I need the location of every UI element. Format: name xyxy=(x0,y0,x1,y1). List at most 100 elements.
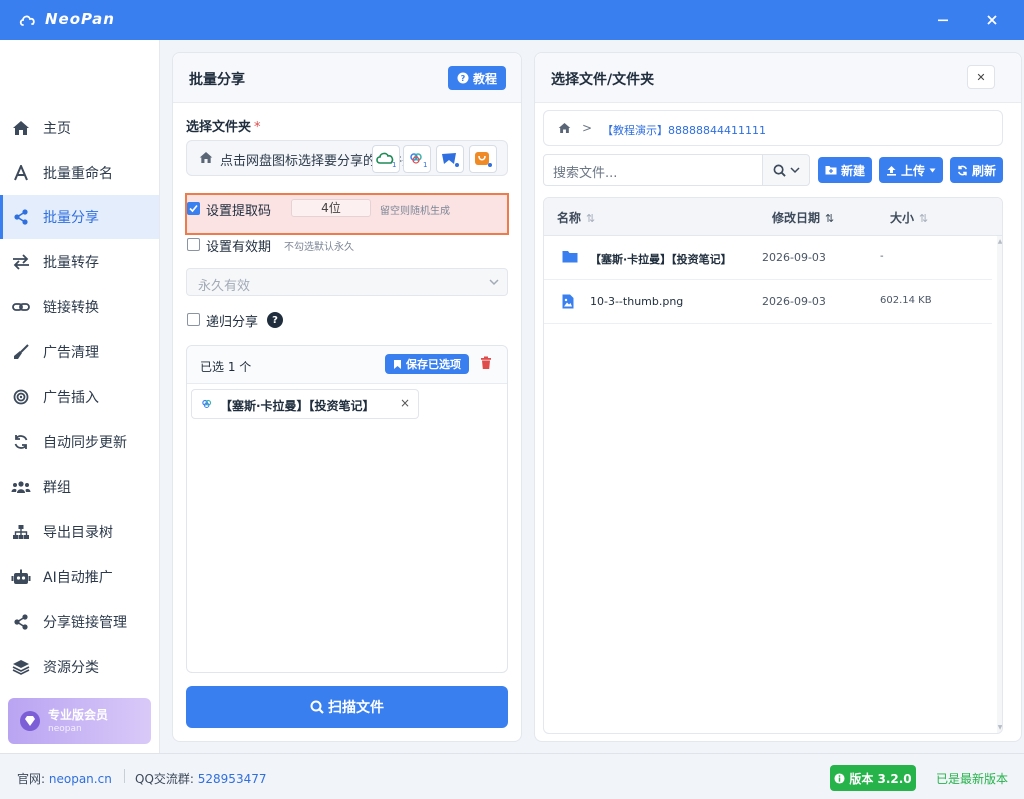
footer-divider xyxy=(124,769,125,783)
save-selection-button[interactable]: 保存已选项 xyxy=(385,354,469,374)
expiry-checkbox[interactable] xyxy=(187,238,200,251)
column-name[interactable]: 名称 ⇅ xyxy=(557,209,595,226)
extract-code-checkbox[interactable] xyxy=(187,202,200,215)
sort-icon: ⇅ xyxy=(586,212,596,225)
breadcrumb-separator: > xyxy=(582,121,593,135)
home-icon xyxy=(199,152,213,163)
broom-icon xyxy=(11,342,31,362)
panel-title: 批量分享 xyxy=(189,72,245,88)
column-size[interactable]: 大小 ⇅ xyxy=(890,209,928,226)
column-modified[interactable]: 修改日期 ⇅ xyxy=(772,209,834,226)
search-input[interactable]: 搜索文件... xyxy=(543,154,763,186)
folder-plus-icon xyxy=(825,166,837,175)
sidebar-item-home[interactable]: 主页 xyxy=(0,106,159,150)
file-size: 602.14 KB xyxy=(880,295,932,306)
cloud-logo-icon xyxy=(19,15,35,26)
expiry-select[interactable]: 永久有效 xyxy=(186,268,508,296)
vip-title: 专业版会员 xyxy=(48,708,109,722)
sidebar-item-label: 批量重命名 xyxy=(43,166,113,182)
sidebar-item-label: 资源分类 xyxy=(43,660,99,676)
sidebar-item-batch-transfer[interactable]: 批量转存 xyxy=(0,240,159,284)
layers-icon xyxy=(11,657,31,677)
refresh-button[interactable]: 刷新 xyxy=(950,157,1003,183)
sidebar-item-groups[interactable]: 群组 xyxy=(0,465,159,509)
panel-header: 批量分享 ? 教程 xyxy=(173,53,521,103)
selected-items-header: 已选 1 个 保存已选项 xyxy=(187,346,507,384)
search-button[interactable] xyxy=(762,154,810,186)
help-icon[interactable]: ? xyxy=(267,312,283,328)
target-icon xyxy=(11,387,31,407)
upload-button[interactable]: 上传 xyxy=(879,157,943,183)
scrollbar[interactable]: ▲ ▼ xyxy=(997,236,1002,733)
uc-drive-button[interactable] xyxy=(469,145,497,173)
sidebar-item-label: 广告清理 xyxy=(43,345,99,361)
scroll-up-icon[interactable]: ▲ xyxy=(997,238,1002,245)
extract-code-input[interactable]: 4位 xyxy=(291,199,371,217)
panel-header: 选择文件/文件夹 ✕ xyxy=(535,53,1021,103)
file-size: - xyxy=(880,251,884,262)
file-picker-panel: 选择文件/文件夹 ✕ > 【教程演示】88888844411111 搜索文件..… xyxy=(534,52,1022,742)
close-panel-button[interactable]: ✕ xyxy=(967,65,995,89)
sidebar-item-link-convert[interactable]: 链接转换 xyxy=(0,285,159,329)
sidebar-item-auto-sync[interactable]: 自动同步更新 xyxy=(0,420,159,464)
version-badge[interactable]: 版本 3.2.0 xyxy=(830,765,916,791)
table-row[interactable]: 10-3--thumb.png 2026-09-03 602.14 KB xyxy=(544,280,992,324)
recursive-checkbox[interactable] xyxy=(187,313,200,326)
sitemap-icon xyxy=(11,522,31,542)
vip-card[interactable]: 专业版会员 neopan xyxy=(8,698,151,744)
table-row[interactable]: 【塞斯·卡拉曼】【投资笔记】 2026-09-03 - xyxy=(544,236,992,280)
sidebar-item-ai-promo[interactable]: AI自动推广 xyxy=(0,555,159,599)
file-date: 2026-09-03 xyxy=(762,251,826,264)
question-circle-icon: ? xyxy=(457,72,469,84)
folder-icon xyxy=(562,251,578,263)
folder-input[interactable]: 点击网盘图标选择要分享的文件夹 1 1 xyxy=(186,140,508,176)
required-mark: * xyxy=(254,120,261,135)
tutorial-button[interactable]: ? 教程 xyxy=(448,66,506,90)
cloud-drive-1-button[interactable]: 1 xyxy=(372,145,400,173)
sidebar-item-resource-category[interactable]: 资源分类 xyxy=(0,645,159,689)
app-title: NeoPan xyxy=(45,10,115,28)
scroll-down-icon[interactable]: ▼ xyxy=(997,724,1002,731)
home-icon[interactable] xyxy=(558,122,571,134)
scan-files-button[interactable]: 扫描文件 xyxy=(186,686,508,728)
refresh-label: 刷新 xyxy=(971,163,996,178)
sort-icon: ⇅ xyxy=(919,212,929,225)
baidu-drive-button[interactable]: 1 xyxy=(403,145,431,173)
search-icon xyxy=(773,164,786,177)
sidebar-item-ad-insert[interactable]: 广告插入 xyxy=(0,375,159,419)
qq-label: QQ交流群: xyxy=(135,772,194,786)
close-window-button[interactable] xyxy=(980,8,1004,32)
sidebar-item-label: 自动同步更新 xyxy=(43,435,127,451)
sidebar-item-label: 广告插入 xyxy=(43,390,99,406)
breadcrumb-path[interactable]: 【教程演示】88888844411111 xyxy=(602,122,766,138)
robot-icon xyxy=(11,567,31,587)
sidebar-item-label: 批量转存 xyxy=(43,255,99,271)
share-alt-icon xyxy=(11,612,31,632)
sidebar-item-export-tree[interactable]: 导出目录树 xyxy=(0,510,159,554)
expiry-select-value: 永久有效 xyxy=(198,279,251,294)
selected-chip-label: 【塞斯·卡拉曼】【投资笔记】 xyxy=(220,399,375,413)
site-link[interactable]: neopan.cn xyxy=(49,772,112,786)
sidebar-item-batch-rename[interactable]: 批量重命名 xyxy=(0,151,159,195)
footer: 官网: neopan.cn QQ交流群: 528953477 版本 3.2.0 … xyxy=(0,753,1024,799)
vip-subtitle: neopan xyxy=(48,724,82,734)
file-date: 2026-09-03 xyxy=(762,295,826,308)
sidebar-item-batch-share[interactable]: 批量分享 xyxy=(0,195,159,239)
file-name: 10-3--thumb.png xyxy=(590,295,684,308)
update-status: 已是最新版本 xyxy=(936,772,1009,786)
table-header: 名称 ⇅ 修改日期 ⇅ 大小 ⇅ xyxy=(544,198,1002,236)
sync-icon xyxy=(11,432,31,452)
selected-items-box: 已选 1 个 保存已选项 【塞斯·卡拉曼】【投资笔记】 × xyxy=(186,345,508,673)
qq-link[interactable]: 528953477 xyxy=(198,772,267,786)
new-folder-button[interactable]: 新建 xyxy=(818,157,872,183)
trash-icon[interactable] xyxy=(480,356,492,370)
minimize-button[interactable] xyxy=(931,8,955,32)
tianyi-drive-button[interactable] xyxy=(436,145,464,173)
search-icon xyxy=(310,700,324,714)
remove-chip-icon[interactable]: × xyxy=(400,396,410,410)
gem-icon xyxy=(20,711,40,731)
sidebar-item-ad-clean[interactable]: 广告清理 xyxy=(0,330,159,374)
chevron-down-icon xyxy=(789,167,800,174)
sidebar-item-share-link-manage[interactable]: 分享链接管理 xyxy=(0,600,159,644)
refresh-icon xyxy=(957,165,967,175)
